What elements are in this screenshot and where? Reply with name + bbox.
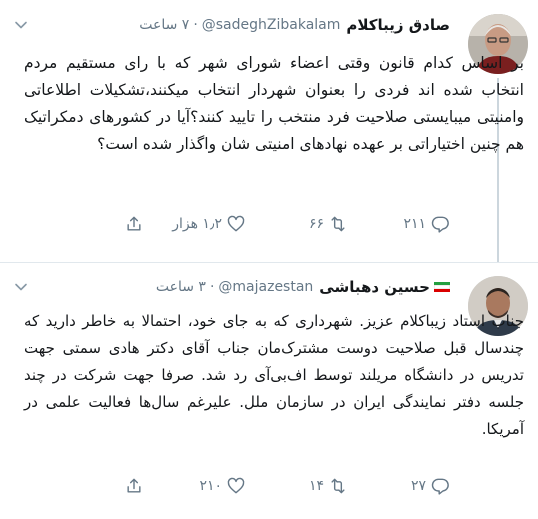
tweet-text: جناب استاد زیباکلام عزیز. شهرداری که به … <box>24 312 524 438</box>
like-count: ۱٫۲ هزار <box>172 216 222 232</box>
share-icon <box>127 478 141 493</box>
tweet-actions: ۲۱۱ ۶۶ ۱٫۲ هزار <box>14 212 450 236</box>
tweet-actions: ۲۷ ۱۴ ۲۱۰ <box>14 474 450 498</box>
share-icon <box>127 216 141 231</box>
separator-dot: · <box>209 279 215 295</box>
heart-icon <box>227 215 245 232</box>
like-button[interactable]: ۱٫۲ هزار <box>144 214 246 234</box>
retweet-count: ۱۴ <box>308 478 324 494</box>
iran-flag-icon <box>434 281 450 293</box>
tweet-text: بر اساس کدام قانون وقتی اعضاء شورای شهر … <box>24 54 524 153</box>
user-handle[interactable]: @sadeghZibakalam <box>202 17 341 33</box>
retweet-button[interactable]: ۶۶ <box>246 214 348 234</box>
tweet-header: حسین دهباشی @majazestan · ۳ ساعت <box>14 276 450 298</box>
display-name[interactable]: صادق زیباکلام <box>346 16 450 34</box>
share-button[interactable] <box>104 214 144 234</box>
reply-count: ۲۱۱ <box>403 216 426 232</box>
separator-dot: · <box>193 17 198 33</box>
reply-icon <box>431 216 449 233</box>
reply-button[interactable]: ۲۷ <box>348 476 450 496</box>
reply-count: ۲۷ <box>410 478 426 494</box>
user-handle[interactable]: @majazestan <box>218 279 313 295</box>
chevron-down-icon[interactable] <box>14 18 28 32</box>
like-button[interactable]: ۲۱۰ <box>144 476 246 496</box>
tweet-thread: صادق زیباکلام @sadeghZibakalam · ۷ ساعت … <box>0 0 538 519</box>
retweet-button[interactable]: ۱۴ <box>246 476 348 496</box>
timestamp[interactable]: ۳ ساعت <box>156 279 206 295</box>
like-count: ۲۱۰ <box>199 478 222 494</box>
heart-icon <box>227 477 245 494</box>
retweet-icon <box>331 478 345 494</box>
display-name[interactable]: حسین دهباشی <box>319 278 430 296</box>
timestamp[interactable]: ۷ ساعت <box>139 17 189 33</box>
retweet-count: ۶۶ <box>308 216 324 232</box>
tweet-2[interactable]: حسین دهباشی @majazestan · ۳ ساعت جناب اس… <box>0 262 538 519</box>
retweet-icon <box>331 216 345 232</box>
reply-icon <box>431 478 449 495</box>
tweet-1[interactable]: صادق زیباکلام @sadeghZibakalam · ۷ ساعت … <box>0 0 538 262</box>
reply-button[interactable]: ۲۱۱ <box>348 214 450 234</box>
tweet-header: صادق زیباکلام @sadeghZibakalam · ۷ ساعت <box>14 14 450 36</box>
share-button[interactable] <box>104 476 144 496</box>
chevron-down-icon[interactable] <box>14 280 28 294</box>
